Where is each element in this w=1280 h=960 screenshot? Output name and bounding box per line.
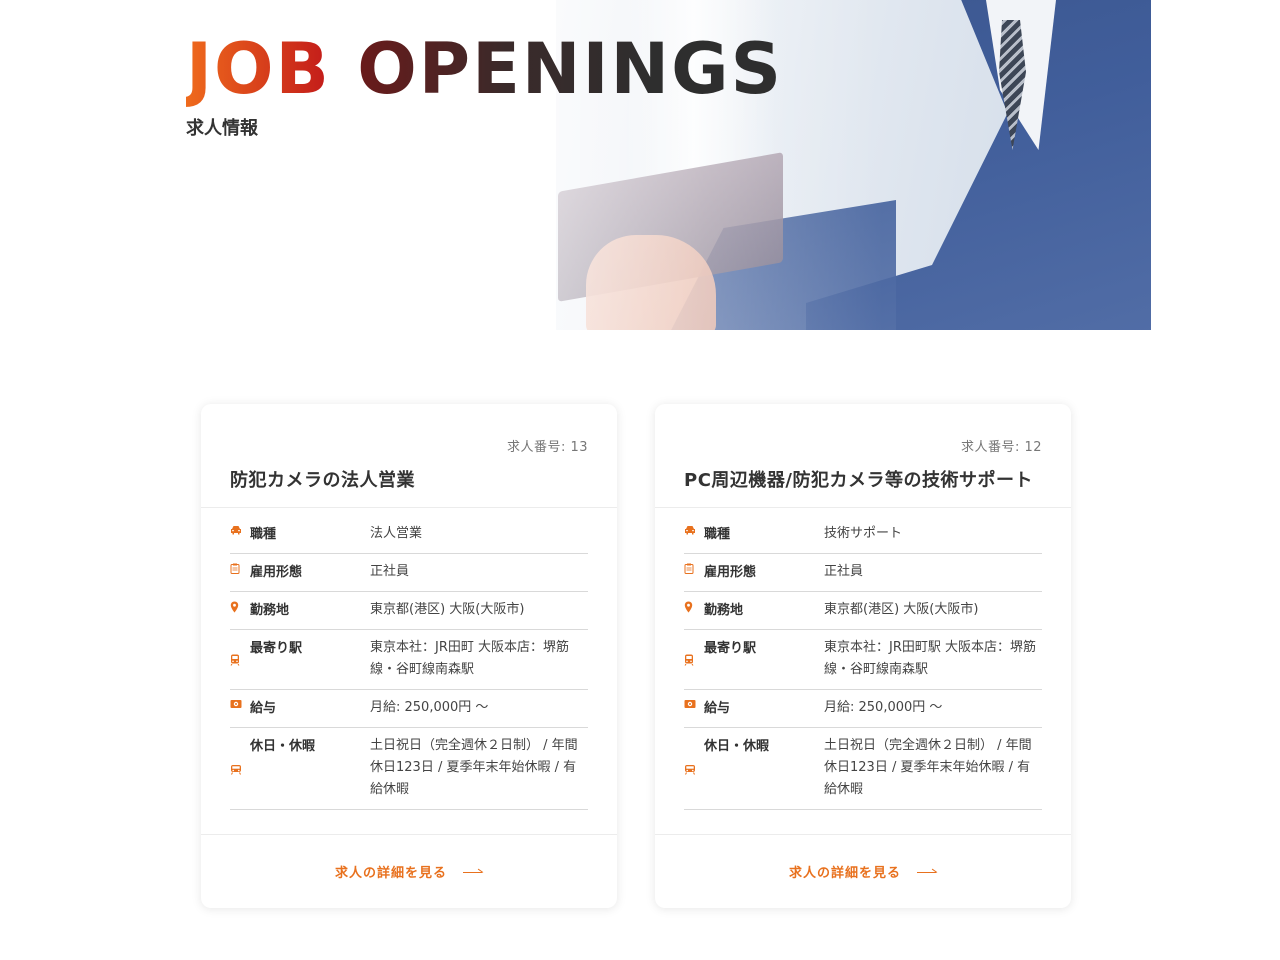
spec-label: 職種 [250,527,277,542]
job-title: PC周辺機器/防犯カメラ等の技術サポート [684,470,1033,491]
spec-label: 最寄り駅 [704,641,757,656]
job-card-header: 求人番号: 12 PC周辺機器/防犯カメラ等の技術サポート [655,404,1071,508]
job-card: 求人番号: 12 PC周辺機器/防犯カメラ等の技術サポート 職種 技術サポート … [655,404,1071,908]
spec-row-job-type: 職種 法人営業 [230,516,588,554]
spec-label: 勤務地 [250,603,290,618]
spec-value: 土日祝日（完全週休２日制） / 年間休日123日 / 夏季年末年始休暇 / 有給… [824,738,1032,797]
spec-row-employment-type: 雇用形態 正社員 [230,554,588,592]
spec-label: 給与 [250,701,277,716]
car-icon [230,525,250,535]
job-card-footer: 求人の詳細を見る [201,834,617,908]
clipboard-icon [684,563,704,574]
spec-row-location: 勤務地 東京都(港区) 大阪(大阪市) [684,592,1042,630]
train-icon [230,764,250,775]
money-icon [230,699,250,709]
spec-value: 正社員 [370,564,410,579]
spec-value: 東京都(港区) 大阪(大阪市) [370,602,525,617]
job-card-header: 求人番号: 13 防犯カメラの法人営業 [201,404,617,508]
money-icon [684,699,704,709]
job-spec-list: 職種 法人営業 雇用形態 正社員 勤務地 東京都(港区) 大阪(大阪市) 最寄り… [201,508,617,810]
spec-label: 休日・休暇 [250,739,316,754]
clipboard-icon [230,563,250,574]
spec-label: 給与 [704,701,731,716]
spec-value: 月給: 250,000円 〜 [370,700,489,715]
job-detail-link[interactable]: 求人の詳細を見る [335,862,483,881]
job-title: 防犯カメラの法人営業 [230,470,415,491]
job-spec-list: 職種 技術サポート 雇用形態 正社員 勤務地 東京都(港区) 大阪(大阪市) 最… [655,508,1071,810]
spec-row-salary: 給与 月給: 250,000円 〜 [684,690,1042,728]
job-number: 求人番号: 13 [506,440,588,455]
spec-label: 最寄り駅 [250,641,303,656]
spec-value: 東京本社：JR田町駅 大阪本店：堺筋線・谷町線南森駅 [824,640,1036,677]
job-detail-label: 求人の詳細を見る [334,866,447,881]
page-title: JOB OPENINGS [186,34,783,104]
page-subtitle: 求人情報 [186,118,258,139]
spec-row-holidays: 休日・休暇 土日祝日（完全週休２日制） / 年間休日123日 / 夏季年末年始休… [230,728,588,810]
spec-value: 東京本社：JR田町 大阪本店：堺筋線・谷町線南森駅 [370,640,569,677]
arrow-right-icon [463,868,483,876]
spec-label: 勤務地 [704,603,744,618]
spec-label: 雇用形態 [704,565,757,580]
spec-row-nearest-station: 最寄り駅 東京本社：JR田町駅 大阪本店：堺筋線・谷町線南森駅 [684,630,1042,690]
spec-row-employment-type: 雇用形態 正社員 [684,554,1042,592]
spec-label: 休日・休暇 [704,739,770,754]
spec-row-nearest-station: 最寄り駅 東京本社：JR田町 大阪本店：堺筋線・谷町線南森駅 [230,630,588,690]
job-detail-label: 求人の詳細を見る [788,866,901,881]
car-icon [684,525,704,535]
spec-value: 法人営業 [370,526,423,541]
spec-label: 雇用形態 [250,565,303,580]
spec-label: 職種 [704,527,731,542]
page-title-word-job: JOB [186,28,331,110]
spec-value: 東京都(港区) 大阪(大阪市) [824,602,979,617]
page-title-word-openings: OPENINGS [357,28,783,110]
spec-value: 技術サポート [824,526,903,541]
job-card-footer: 求人の詳細を見る [655,834,1071,908]
map-pin-icon [684,601,704,613]
spec-row-location: 勤務地 東京都(港区) 大阪(大阪市) [230,592,588,630]
spec-row-job-type: 職種 技術サポート [684,516,1042,554]
map-pin-icon [230,601,250,613]
spec-value: 土日祝日（完全週休２日制） / 年間休日123日 / 夏季年末年始休暇 / 有給… [370,738,578,797]
spec-row-salary: 給与 月給: 250,000円 〜 [230,690,588,728]
spec-row-holidays: 休日・休暇 土日祝日（完全週休２日制） / 年間休日123日 / 夏季年末年始休… [684,728,1042,810]
spec-value: 月給: 250,000円 〜 [824,700,943,715]
spec-value: 正社員 [824,564,864,579]
job-card: 求人番号: 13 防犯カメラの法人営業 職種 法人営業 雇用形態 正社員 勤務地… [201,404,617,908]
job-number: 求人番号: 12 [960,440,1042,455]
job-detail-link[interactable]: 求人の詳細を見る [789,862,937,881]
train-icon [684,764,704,775]
arrow-right-icon [917,868,937,876]
train-icon [684,654,704,666]
train-icon [230,654,250,666]
